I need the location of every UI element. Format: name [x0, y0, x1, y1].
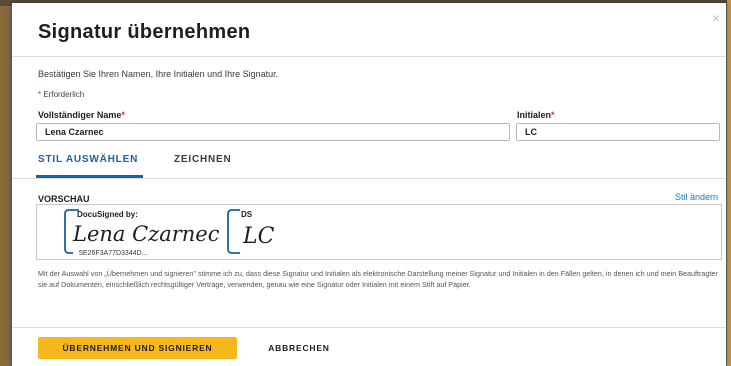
initials-input[interactable] [516, 123, 720, 141]
full-name-label-text: Vollständiger Name [38, 110, 122, 120]
signature-header: DocuSigned by: [77, 210, 138, 219]
change-style-link[interactable]: Stil ändern [675, 192, 718, 202]
signature-id: 5E26F3A77D3344D... [79, 250, 148, 257]
initials-text: LC [242, 224, 275, 249]
full-name-input[interactable] [36, 123, 510, 141]
adopt-and-sign-button[interactable]: ÜBERNEHMEN UND SIGNIEREN [38, 337, 237, 359]
initials-required-star: * [551, 110, 555, 120]
tab-draw[interactable]: ZEICHNEN [174, 154, 232, 165]
tabs-divider [12, 178, 726, 179]
close-icon[interactable]: × [712, 11, 720, 25]
initials-label: Initialen* [517, 110, 555, 120]
dialog-title: Signatur übernehmen [38, 21, 251, 43]
adopt-signature-dialog: × Signatur übernehmen Bestätigen Sie Ihr… [12, 3, 726, 366]
signature-preview-svg: DocuSigned by: Lena Czarnec 5E26F3A77D33… [64, 209, 275, 257]
initials-bracket-icon [227, 209, 240, 254]
initials-header: DS [241, 210, 253, 219]
footer-divider [12, 327, 726, 328]
required-note: * Erforderlich [38, 90, 84, 99]
full-name-label: Vollständiger Name* [38, 110, 125, 120]
legal-disclaimer: Mit der Auswahl von „Übernehmen und sign… [38, 269, 718, 289]
instruction-text: Bestätigen Sie Ihren Namen, Ihre Initial… [38, 69, 279, 79]
required-note-text: Erforderlich [41, 90, 85, 99]
cancel-button[interactable]: ABBRECHEN [253, 337, 345, 359]
header-divider [12, 56, 726, 57]
signature-text: Lena Czarnec [72, 222, 220, 246]
tab-select-style[interactable]: STIL AUSWÄHLEN [38, 154, 138, 165]
initials-label-text: Initialen [517, 110, 552, 120]
full-name-required-star: * [121, 110, 125, 120]
background-left-strip [0, 0, 10, 366]
background-right-strip [727, 0, 731, 366]
signature-preview-box: DocuSigned by: Lena Czarnec 5E26F3A77D33… [36, 204, 722, 260]
preview-label: VORSCHAU [38, 194, 90, 204]
